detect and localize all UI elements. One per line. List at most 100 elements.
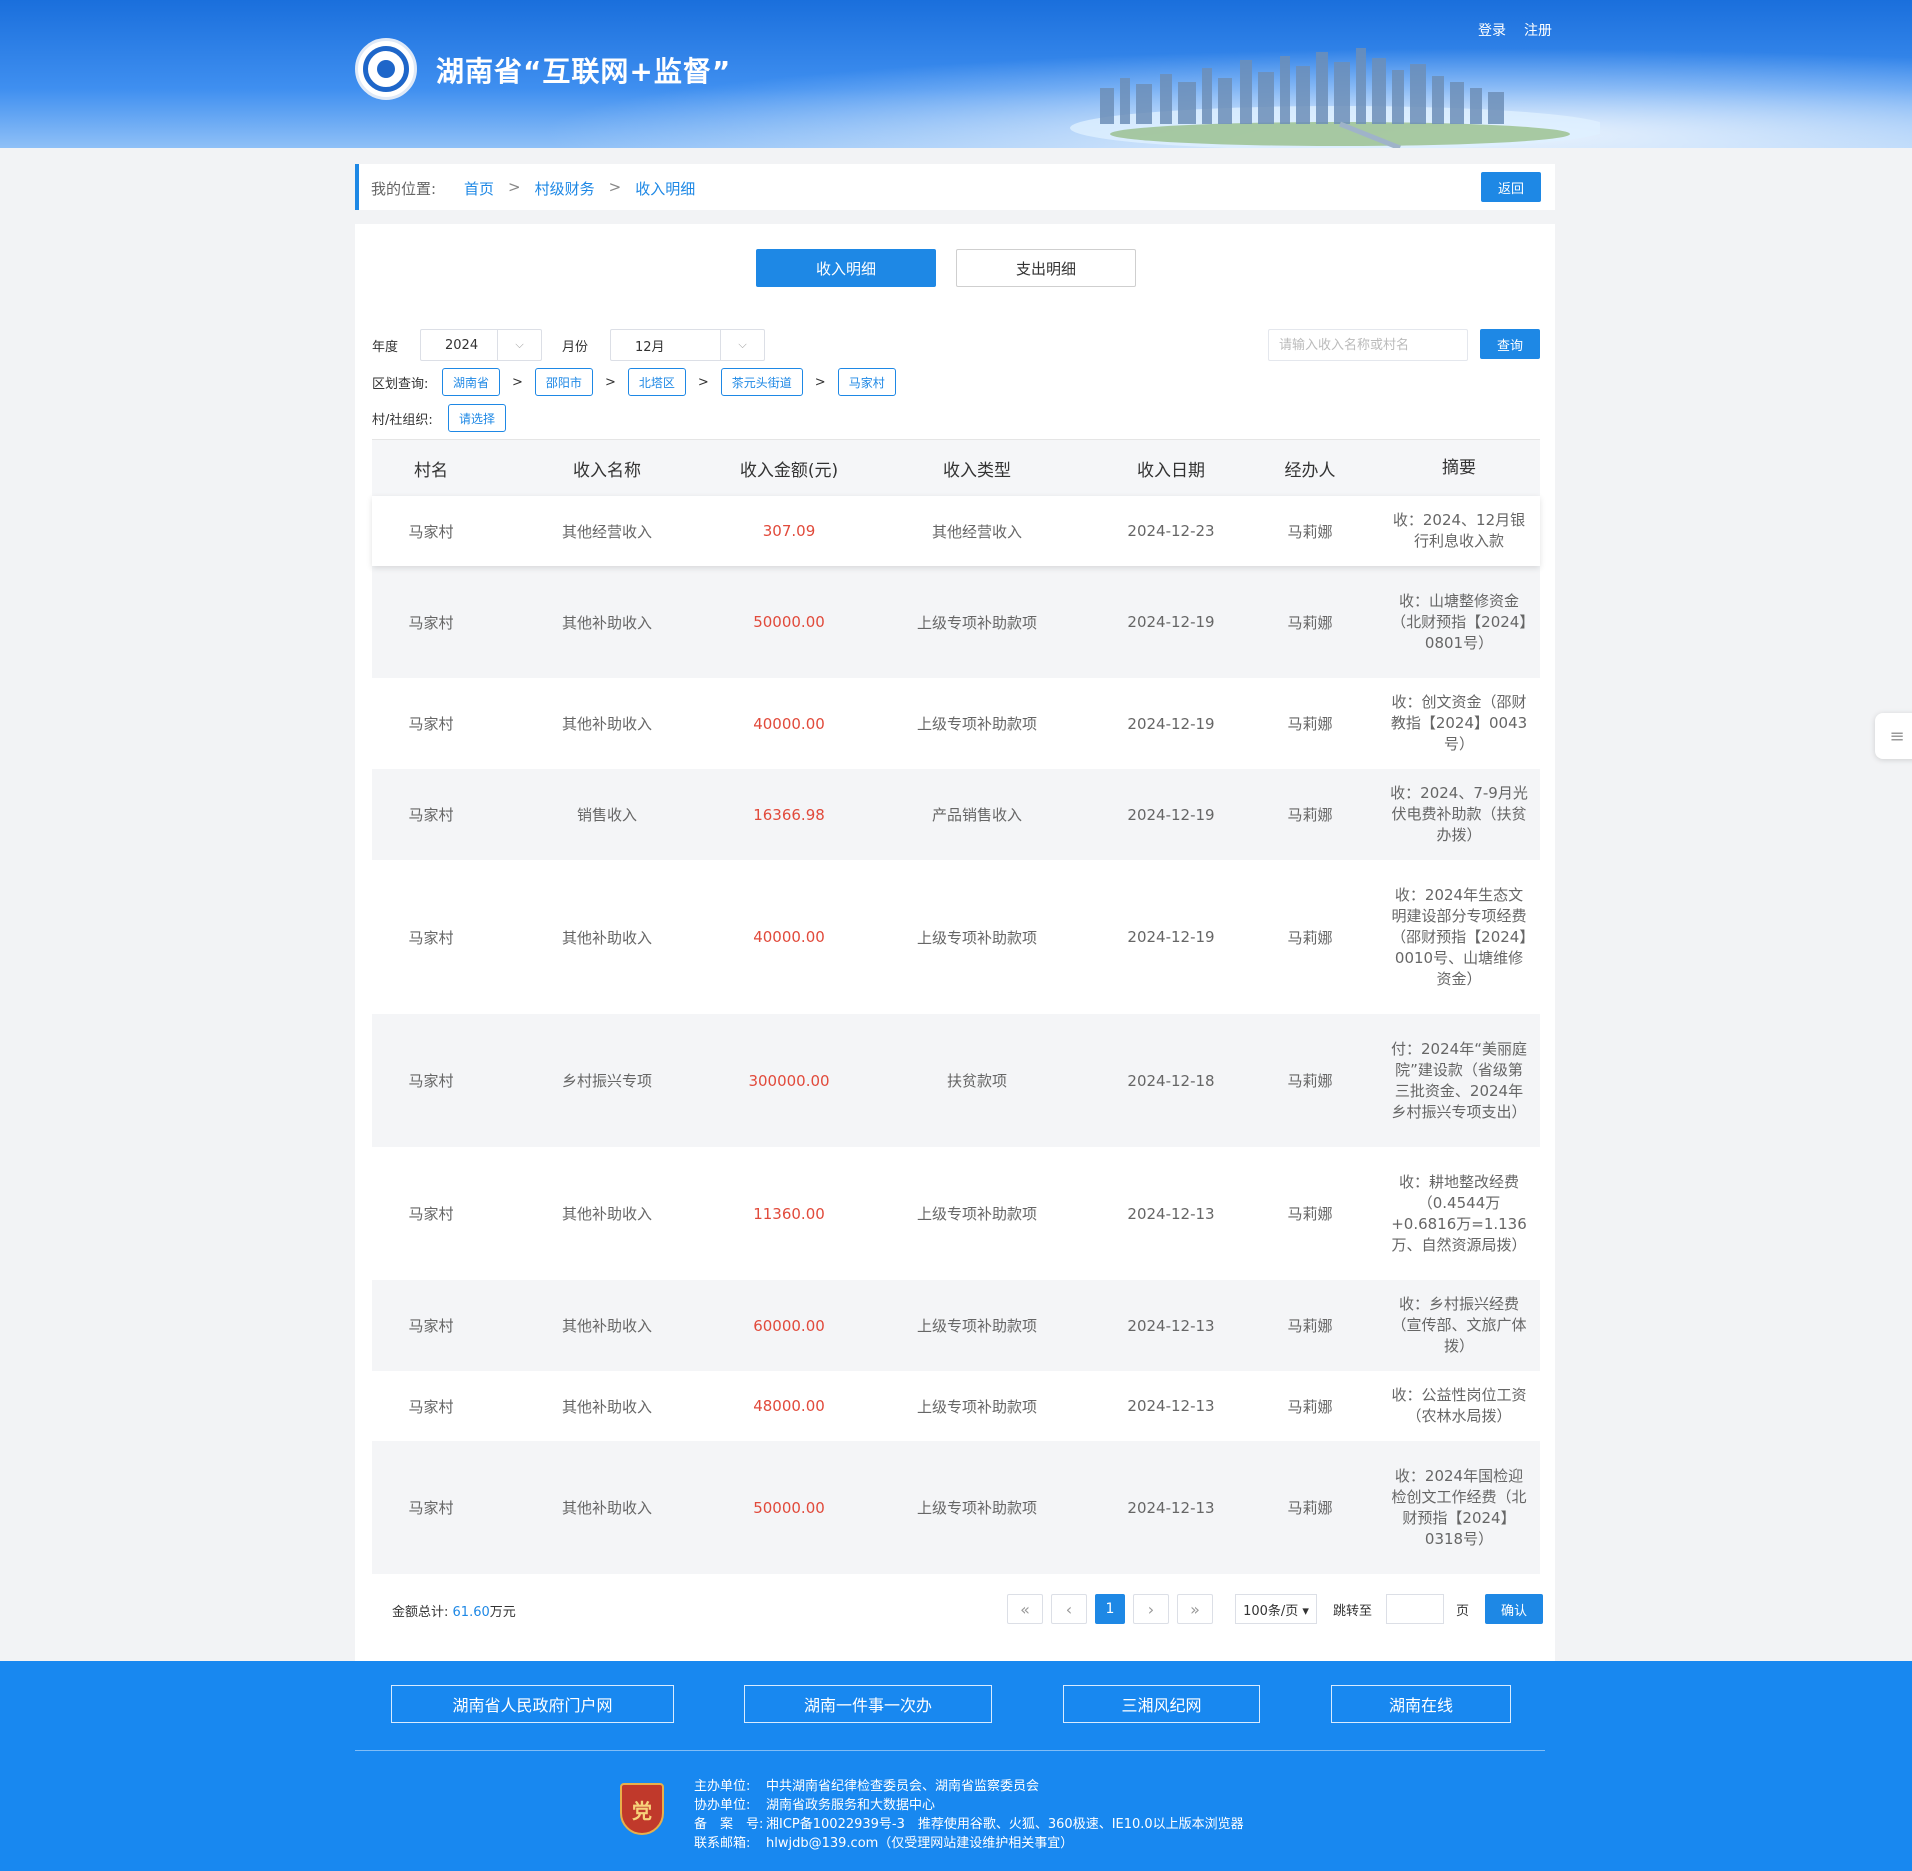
cell-income-type: 上级专项补助款项 — [916, 613, 1037, 632]
region-chip-city[interactable]: 邵阳市 — [534, 368, 593, 396]
header-background — [0, 0, 1912, 148]
cell-amount: 11360.00 — [753, 1204, 825, 1223]
table-row[interactable]: 马家村 其他补助收入 11360.00 上级专项补助款项 2024-12-13 马莉娜 收：… — [372, 1147, 1540, 1280]
login-link[interactable]: 登录 — [1478, 20, 1506, 40]
header-income-date: 收入日期 — [1137, 460, 1205, 481]
cell-income-date: 2024-12-18 — [1127, 1071, 1215, 1090]
table-row[interactable]: 马家村 其他补助收入 40000.00 上级专项补助款项 2024-12-19 马莉娜 收：… — [372, 678, 1540, 769]
breadcrumb-separator: > — [608, 178, 622, 196]
footer-key: 联系邮箱: — [694, 1836, 751, 1851]
footer-link-sanxiang[interactable]: 三湘风纪网 — [1063, 1685, 1260, 1723]
cell-income-type: 上级专项补助款项 — [916, 715, 1037, 733]
breadcrumb-label: 我的位置: — [371, 180, 437, 198]
year-select[interactable]: 2024 ⌵ — [420, 329, 542, 361]
cell-handler: 马莉娜 — [1287, 715, 1333, 733]
cell-income-type: 其他经营收入 — [931, 522, 1022, 541]
date-filter-row: 年度 2024 ⌵ 月份 12月 ⌵ — [372, 329, 765, 361]
cell-income-name: 其他补助收入 — [561, 613, 652, 632]
footer-key: 备 案 号: — [694, 1817, 764, 1832]
site-title: 湖南省“互联网+监督” — [436, 55, 732, 88]
region-separator: > — [697, 374, 709, 390]
year-value: 2024 — [445, 337, 479, 353]
cell-summary: 收：公益性岗位工资（农林水局拨） — [1391, 1386, 1527, 1425]
search-input[interactable] — [1268, 329, 1468, 361]
footer-link-gov-portal[interactable]: 湖南省人民政府门户网 — [391, 1685, 674, 1723]
back-button[interactable]: 返回 — [1481, 172, 1541, 202]
breadcrumb-separator: > — [508, 178, 521, 196]
footer-divider — [355, 1750, 1545, 1751]
jump-page-input[interactable] — [1386, 1594, 1445, 1624]
breadcrumb-village-finance[interactable]: 村级财务 — [535, 178, 595, 199]
cell-handler: 马莉娜 — [1287, 1397, 1333, 1416]
site-logo[interactable] — [355, 38, 417, 100]
region-chip-street[interactable]: 茶元头街道 — [720, 368, 803, 396]
confirm-jump-button[interactable]: 确认 — [1485, 1594, 1544, 1624]
footer-info: 主办单位: 中共湖南省纪律检查委员会、湖南省监察委员会 协办单位: 湖南省政务服务和… — [694, 1777, 1244, 1853]
region-chip-province[interactable]: 湖南省 — [442, 368, 501, 396]
logo-ring — [363, 46, 409, 92]
cell-village: 马家村 — [408, 613, 454, 632]
cell-income-date: 2024-12-13 — [1127, 1498, 1215, 1517]
prev-page-button[interactable]: ‹ — [1051, 1594, 1087, 1624]
last-page-button[interactable]: » — [1177, 1594, 1213, 1624]
region-label: 区划查询: — [372, 376, 429, 392]
cell-income-type: 上级专项补助款项 — [916, 928, 1037, 947]
total-unit: 万元 — [489, 1605, 516, 1620]
month-select[interactable]: 12月 ⌵ — [610, 329, 765, 361]
cell-income-name: 其他补助收入 — [561, 1205, 652, 1223]
register-link[interactable]: 注册 — [1524, 20, 1552, 40]
tab-expense-detail[interactable]: 支出明细 — [956, 249, 1136, 287]
cell-handler: 马莉娜 — [1287, 1499, 1333, 1517]
page-size-select[interactable]: 100条/页 ▾ — [1235, 1594, 1317, 1624]
header-income-name: 收入名称 — [573, 460, 641, 481]
footer-key: 主办单位: — [694, 1779, 751, 1794]
table-row[interactable]: 马家村 其他补助收入 48000.00 上级专项补助款项 2024-12-13 马莉娜 收：… — [372, 1371, 1540, 1441]
breadcrumb-home[interactable]: 首页 — [464, 178, 494, 199]
cell-village: 马家村 — [408, 1397, 454, 1416]
region-chip-district[interactable]: 北塔区 — [627, 368, 686, 396]
tab-income-detail[interactable]: 收入明细 — [756, 249, 936, 287]
cell-income-date: 2024-12-13 — [1127, 1204, 1215, 1223]
party-emblem-icon[interactable]: 党 — [620, 1783, 664, 1835]
footer-value: 中共湖南省纪律检查委员会、湖南省监察委员会 — [766, 1779, 1040, 1794]
cell-income-name: 其他补助收入 — [561, 1499, 652, 1517]
list-icon: ≡ — [1889, 725, 1905, 747]
table-row[interactable]: 马家村 销售收入 16366.98 产品销售收入 2024-12-19 马莉娜 收：2024… — [372, 769, 1540, 860]
cell-amount: 300000.00 — [748, 1071, 830, 1090]
footer-value: 湘ICP备10022939号-3 推荐使用谷歌、火狐、360极速、IE10.0以… — [766, 1817, 1244, 1832]
cell-income-date: 2024-12-19 — [1127, 613, 1215, 631]
income-table: 村名 收入名称 收入金额(元) 收入类型 收入日期 经办人 摘要 马家村 其他经营… — [372, 439, 1540, 1574]
cell-amount: 40000.00 — [753, 714, 825, 733]
jump-label: 跳转至 — [1333, 1603, 1373, 1619]
table-row[interactable]: 马家村 其他补助收入 50000.00 上级专项补助款项 2024-12-13 马莉娜 收：… — [372, 1441, 1540, 1574]
next-page-button[interactable]: › — [1133, 1594, 1169, 1624]
region-chip-village[interactable]: 马家村 — [837, 368, 896, 396]
footer-link-hunan-online[interactable]: 湖南在线 — [1331, 1685, 1511, 1723]
cell-summary: 收：2024年生态文明建设部分专项经费（邵财预指【2024】0010号、山塘维修… — [1391, 885, 1527, 988]
header-village: 村名 — [414, 460, 448, 481]
org-label: 村/社组织: — [372, 412, 433, 428]
cell-summary: 收：山塘整修资金（北财预指【2024】0801号） — [1391, 591, 1527, 652]
cell-summary: 收：2024、7-9月光伏电费补助款（扶贫办拨） — [1390, 784, 1528, 844]
first-page-button[interactable]: « — [1007, 1594, 1043, 1624]
region-filter-row: 区划查询: 湖南省 > 邵阳市 > 北塔区 > 茶元头街道 > 马家村 — [372, 368, 896, 396]
header-income-type: 收入类型 — [943, 460, 1011, 481]
year-label: 年度 — [372, 339, 399, 355]
cell-handler: 马莉娜 — [1287, 928, 1333, 947]
table-row[interactable]: 马家村 其他补助收入 50000.00 上级专项补助款项 2024-12-19 马莉娜 收：… — [372, 566, 1540, 678]
table-row[interactable]: 马家村 其他补助收入 40000.00 上级专项补助款项 2024-12-19 马莉娜 收：… — [372, 860, 1540, 1014]
org-select-chip[interactable]: 请选择 — [448, 404, 507, 432]
header-summary: 摘要 — [1442, 457, 1476, 478]
site-header: 湖南省“互联网+监督” 登录 注册 — [0, 0, 1912, 148]
region-separator: > — [604, 374, 616, 390]
table-row[interactable]: 马家村 其他补助收入 60000.00 上级专项补助款项 2024-12-13 马莉娜 收：… — [372, 1280, 1540, 1371]
breadcrumb-income-detail[interactable]: 收入明细 — [635, 178, 695, 199]
cell-village: 马家村 — [408, 1205, 454, 1223]
table-row[interactable]: 马家村 其他经营收入 307.09 其他经营收入 2024-12-23 马莉娜 收：2024… — [372, 496, 1540, 566]
query-button[interactable]: 查询 — [1480, 329, 1540, 359]
side-menu-button[interactable]: ≡ — [1875, 713, 1912, 759]
table-row[interactable]: 马家村 乡村振兴专项 300000.00 扶贫款项 2024-12-18 马莉娜 付：202… — [372, 1014, 1540, 1147]
footer-link-one-thing[interactable]: 湖南一件事一次办 — [744, 1685, 992, 1723]
city-skyline-image — [1070, 48, 1600, 148]
current-page-button[interactable]: 1 — [1095, 1594, 1125, 1624]
